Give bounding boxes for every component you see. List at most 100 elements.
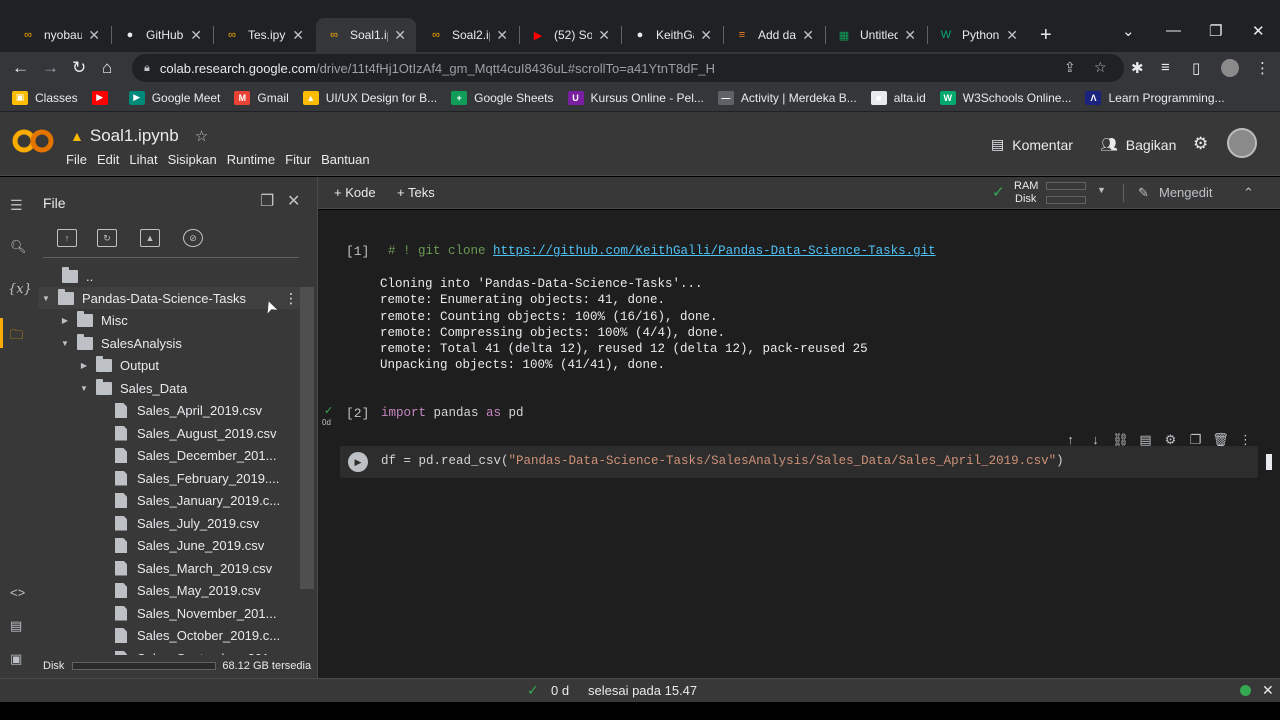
bookmark-item[interactable]: ■ alta.id: [870, 90, 926, 105]
hide-hidden-files-icon[interactable]: ⊘: [183, 229, 203, 247]
menu-file[interactable]: File: [66, 152, 87, 167]
caret-down-icon[interactable]: ▼: [57, 339, 73, 348]
close-status-icon[interactable]: ✕: [1262, 682, 1274, 699]
file-row[interactable]: Sales_April_2019.csv: [95, 400, 262, 422]
bookmark-item[interactable]: U Kursus Online - Pel...: [567, 90, 704, 105]
folder-row[interactable]: ▶ Output: [76, 355, 159, 377]
files-folder-icon[interactable]: 🗀︎: [10, 326, 23, 348]
bookmark-item[interactable]: M Gmail: [234, 90, 289, 105]
tab-close-icon[interactable]: ✕: [1006, 27, 1018, 44]
bookmark-item[interactable]: — Activity | Merdeka B...: [717, 90, 857, 105]
file-row[interactable]: Sales_November_201...: [95, 602, 276, 624]
tab-close-icon[interactable]: ✕: [190, 27, 202, 44]
user-avatar[interactable]: [1227, 128, 1257, 158]
browser-tab-1[interactable]: ∞ nyobaut ✕: [10, 18, 110, 52]
browser-tab-8[interactable]: ≡ Add dat ✕: [724, 18, 824, 52]
browser-tab-6[interactable]: ▶ (52) Solv ✕: [520, 18, 620, 52]
tab-close-icon[interactable]: ✕: [292, 27, 304, 44]
caret-right-icon[interactable]: ▶: [57, 316, 73, 325]
file-panel-scrollbar[interactable]: [300, 287, 314, 589]
reload-icon[interactable]: ↻: [72, 58, 86, 78]
editing-mode-label[interactable]: Mengedit: [1159, 185, 1212, 200]
variables-icon[interactable]: {x}: [8, 282, 32, 297]
file-row[interactable]: Sales_August_2019.csv: [95, 422, 276, 444]
menu-lihat[interactable]: Lihat: [129, 152, 157, 167]
file-row[interactable]: Sales_July_2019.csv: [95, 512, 259, 534]
colab-logo-icon[interactable]: [12, 126, 54, 156]
run-cell-button[interactable]: ▶: [348, 452, 368, 472]
close-window-button[interactable]: ✕: [1252, 22, 1265, 40]
file-row[interactable]: Sales_May_2019.csv: [95, 580, 261, 602]
bookmark-item[interactable]: + Google Sheets: [451, 90, 554, 105]
resource-dropdown-icon[interactable]: ▼: [1097, 185, 1106, 195]
terminal-icon[interactable]: ▣: [10, 651, 22, 667]
collapse-header-icon[interactable]: ⌃: [1243, 185, 1254, 201]
tab-close-icon[interactable]: ✕: [496, 27, 508, 44]
tab-close-icon[interactable]: ✕: [598, 27, 610, 44]
menu-fitur[interactable]: Fitur: [285, 152, 311, 167]
restore-button[interactable]: ❐: [1209, 22, 1222, 40]
address-bar[interactable]: 🔒︎ colab.research.google.com/drive/11t4f…: [132, 54, 1124, 82]
file-row[interactable]: Sales_March_2019.csv: [95, 557, 272, 579]
folder-row[interactable]: ▼ Sales_Data: [76, 377, 187, 399]
tab-close-icon[interactable]: ✕: [88, 27, 100, 44]
mount-drive-icon[interactable]: ▲: [140, 229, 160, 247]
file-row[interactable]: Sales_January_2019.c...: [95, 490, 280, 512]
file-row[interactable]: Sales_June_2019.csv: [95, 535, 264, 557]
connection-status-dot[interactable]: [1240, 685, 1251, 696]
add-text-cell-button[interactable]: + Teks: [397, 185, 435, 200]
bookmark-item[interactable]: ▶: [91, 90, 115, 105]
cell-3-code[interactable]: df = pd.read_csv("Pandas-Data-Science-Ta…: [381, 454, 1064, 468]
browser-tab-2[interactable]: ● GitHub ✕: [112, 18, 212, 52]
bookmark-item[interactable]: ▣ Classes: [12, 90, 78, 105]
close-panel-icon[interactable]: ✕: [287, 191, 300, 211]
extensions-icon[interactable]: ✱: [1131, 59, 1144, 77]
browser-tab-10[interactable]: W Python ✕: [928, 18, 1028, 52]
bookmark-item[interactable]: ▲ UI/UX Design for B...: [302, 90, 437, 105]
minimize-button[interactable]: —: [1166, 22, 1181, 39]
browser-tab-3[interactable]: ∞ Tes.ipynb ✕: [214, 18, 314, 52]
tab-close-icon[interactable]: ✕: [700, 27, 712, 44]
caret-right-icon[interactable]: ▶: [76, 361, 92, 370]
browser-tab-5[interactable]: ∞ Soal2.ip ✕: [418, 18, 518, 52]
notebook-title[interactable]: ▲ Soal1.ipynb ☆: [70, 126, 208, 146]
upload-file-icon[interactable]: ↑: [57, 229, 77, 247]
bookmark-item[interactable]: W W3Schools Online...: [939, 90, 1071, 105]
notebook-title-text[interactable]: Soal1.ipynb: [90, 126, 179, 146]
tab-search-icon[interactable]: ⌄: [1122, 22, 1135, 40]
star-icon[interactable]: ☆: [195, 127, 208, 145]
caret-down-icon[interactable]: ▼: [38, 294, 54, 303]
refresh-folder-icon[interactable]: ↻: [97, 229, 117, 247]
add-code-cell-button[interactable]: + Kode: [334, 185, 376, 200]
new-tab-button[interactable]: +: [1040, 24, 1052, 47]
search-icon[interactable]: 🔍︎: [10, 239, 27, 255]
file-row[interactable]: Sales_December_201...: [95, 445, 276, 467]
folder-row[interactable]: ▼ SalesAnalysis: [57, 332, 182, 354]
code-cell-3-active[interactable]: ▶ df = pd.read_csv("Pandas-Data-Science-…: [340, 446, 1272, 478]
folder-more-options-icon[interactable]: ⋮: [284, 290, 298, 307]
browser-tab-9[interactable]: ▦ Untitled ✕: [826, 18, 926, 52]
forward-icon[interactable]: →: [42, 58, 59, 78]
menu-bantuan[interactable]: Bantuan: [321, 152, 369, 167]
browser-menu-icon[interactable]: ⋮: [1255, 59, 1270, 77]
tab-close-icon[interactable]: ✕: [904, 27, 916, 44]
cell-1-repo-link[interactable]: https://github.com/KeithGalli/Pandas-Dat…: [493, 244, 936, 258]
command-palette-icon[interactable]: ▤: [10, 618, 22, 634]
table-of-contents-icon[interactable]: ☰: [10, 197, 23, 214]
tab-close-icon[interactable]: ✕: [802, 27, 814, 44]
side-panel-icon[interactable]: ▯: [1192, 59, 1200, 77]
menu-sisipkan[interactable]: Sisipkan: [168, 152, 217, 167]
share-button[interactable]: 👥︎ Bagikan: [1100, 136, 1176, 153]
media-control-icon[interactable]: ≡: [1161, 59, 1170, 76]
file-row[interactable]: Sales_September_201...: [95, 647, 280, 655]
profile-avatar[interactable]: [1221, 59, 1239, 77]
caret-down-icon[interactable]: ▼: [76, 384, 92, 393]
back-icon[interactable]: ←: [12, 58, 29, 78]
home-icon[interactable]: ⌂: [102, 58, 112, 78]
share-page-icon[interactable]: ⇪: [1064, 59, 1076, 76]
menu-edit[interactable]: Edit: [97, 152, 119, 167]
bookmark-star-icon[interactable]: ☆: [1094, 59, 1107, 76]
settings-gear-icon[interactable]: ⚙: [1193, 134, 1208, 154]
browser-tab-4[interactable]: ∞ Soal1.ipy ✕: [316, 18, 416, 52]
menu-runtime[interactable]: Runtime: [227, 152, 275, 167]
